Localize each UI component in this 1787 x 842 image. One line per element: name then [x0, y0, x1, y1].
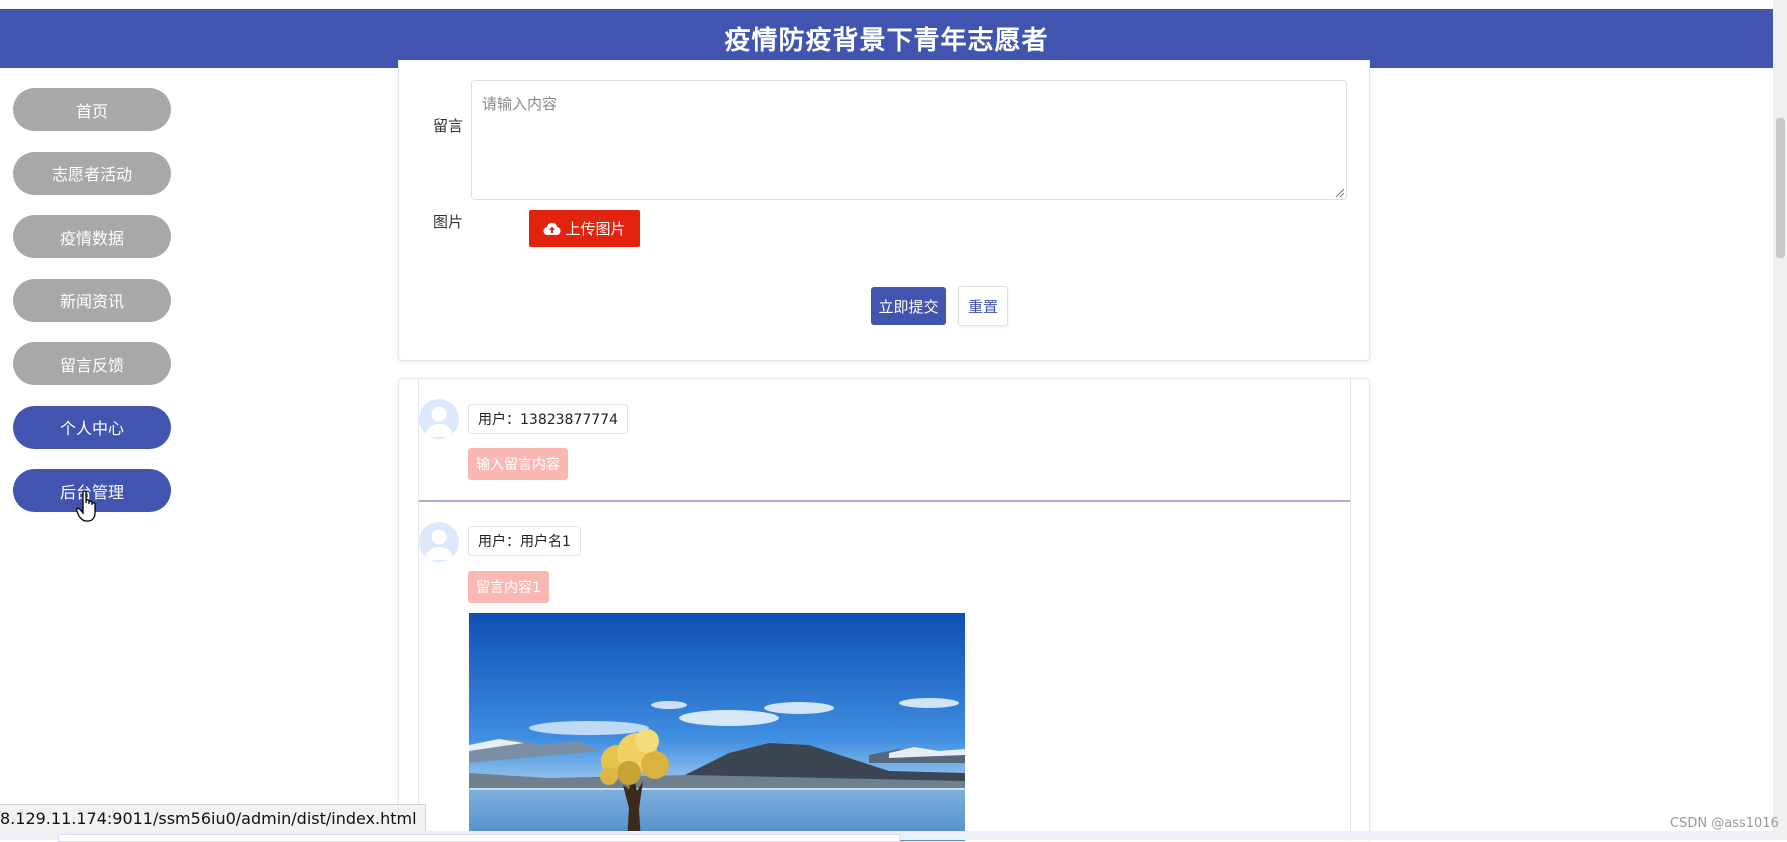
- watermark: CSDN @ass1016: [1670, 816, 1779, 831]
- avatar: [419, 522, 459, 562]
- user-avatar-icon: [425, 406, 453, 437]
- comment-content: 留言内容1: [476, 580, 541, 596]
- message-textarea[interactable]: 请输入内容: [471, 80, 1347, 200]
- user-avatar-icon: [425, 529, 453, 560]
- reset-label: 重置: [967, 297, 998, 316]
- nav-volunteer-activities[interactable]: 志愿者活动: [13, 151, 171, 195]
- site-title: 疫情防疫背景下青年志愿者: [724, 26, 1049, 56]
- comment-user: 用户：13823877774: [478, 412, 618, 428]
- window-top-strip: [0, 0, 1787, 9]
- comment-user: 用户：用户名1: [478, 534, 571, 550]
- status-url: 8.129.11.174:9011/ssm56iu0/admin/dist/in…: [0, 809, 417, 828]
- comment-divider: [419, 500, 1350, 502]
- reset-button[interactable]: 重置: [958, 286, 1008, 326]
- nav-personal-center[interactable]: 个人中心: [13, 405, 171, 449]
- message-placeholder: 请输入内容: [482, 95, 558, 113]
- nav-feedback-label: 留言反馈: [59, 355, 124, 375]
- cloud-upload-icon: [543, 222, 561, 235]
- sidebar-nav: 首页 志愿者活动 疫情数据 新闻资讯 留言反馈 个人中心 后台管理: [13, 88, 173, 533]
- comment-content-tag: 留言内容1: [468, 571, 549, 603]
- upload-image-button[interactable]: 上传图片: [529, 210, 640, 247]
- message-label: 留言: [433, 117, 464, 135]
- nav-news-label: 新闻资讯: [59, 292, 124, 311]
- nav-epidemic-data[interactable]: 疫情数据: [13, 215, 171, 258]
- comment-content: 输入留言内容: [476, 457, 560, 473]
- feedback-form: 留言 请输入内容 图片 上传图片 立即提交 重置: [398, 60, 1370, 361]
- vertical-scrollbar-thumb[interactable]: [1776, 118, 1785, 258]
- comment-list: 用户：13823877774 输入留言内容 用户：用户名1 留言内容1: [398, 378, 1370, 841]
- submit-button[interactable]: 立即提交: [871, 287, 946, 325]
- image-label: 图片: [433, 213, 464, 231]
- comment-list-inner: 用户：13823877774 输入留言内容 用户：用户名1 留言内容1: [418, 379, 1351, 841]
- nav-news[interactable]: 新闻资讯: [13, 278, 171, 322]
- nav-volunteer-activities-label: 志愿者活动: [51, 165, 132, 184]
- nav-home[interactable]: 首页: [13, 88, 171, 131]
- avatar: [419, 399, 459, 439]
- nav-feedback[interactable]: 留言反馈: [13, 342, 171, 385]
- comment-photo: [469, 613, 965, 841]
- comment-content-tag: 输入留言内容: [468, 448, 568, 480]
- submit-label: 立即提交: [878, 297, 939, 316]
- nav-home-label: 首页: [75, 101, 108, 121]
- upload-image-label: 上传图片: [565, 220, 626, 238]
- status-url-bar: 8.129.11.174:9011/ssm56iu0/admin/dist/in…: [0, 804, 426, 833]
- comment-user-tag: 用户：13823877774: [468, 404, 628, 434]
- nav-epidemic-data-label: 疫情数据: [59, 228, 124, 248]
- comment-user-tag: 用户：用户名1: [468, 526, 581, 556]
- nav-personal-center-label: 个人中心: [59, 419, 124, 438]
- hand-cursor-icon: [76, 490, 96, 522]
- resize-handle-icon[interactable]: [1334, 187, 1344, 197]
- horizontal-scrollbar-thumb[interactable]: [58, 834, 900, 842]
